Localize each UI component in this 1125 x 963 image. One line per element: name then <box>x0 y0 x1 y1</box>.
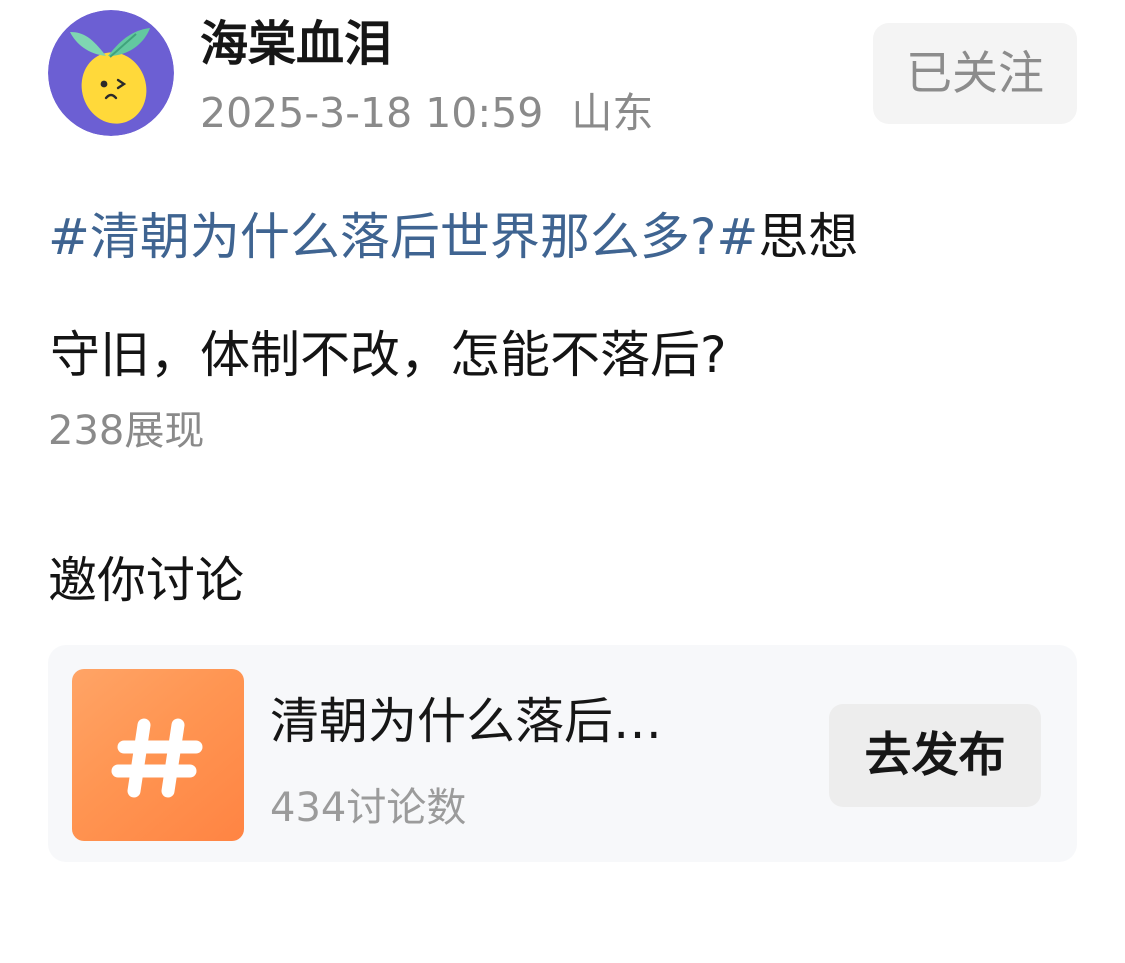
topic-tag-link[interactable]: #清朝为什么落后世界那么多?# <box>48 208 758 266</box>
author-name[interactable]: 海棠血泪 <box>200 12 392 76</box>
lemon-mascot-icon <box>48 10 174 136</box>
discussion-count: 434讨论数 <box>270 785 467 831</box>
section-title: 邀你讨论 <box>48 552 245 609</box>
avatar[interactable] <box>48 10 174 136</box>
topic-icon-box <box>72 669 244 841</box>
publish-button[interactable]: 去发布 <box>829 704 1041 807</box>
post-body: #清朝为什么落后世界那么多?#思想守旧，体制不改，怎能不落后? <box>48 178 1058 414</box>
impressions-count: 238展现 <box>48 408 205 454</box>
post-location: 山东 <box>571 89 654 137</box>
post-timestamp: 2025-3-18 10:59 <box>200 89 544 137</box>
topic-title[interactable]: 清朝为什么落后… <box>270 689 750 755</box>
post-text-line2: 守旧，体制不改，怎能不落后? <box>50 326 727 384</box>
post-text-line1: 思想 <box>758 208 859 266</box>
topic-card[interactable]: 清朝为什么落后… 434讨论数 去发布 <box>48 645 1077 862</box>
post-meta: 2025-3-18 10:59 山东 <box>200 84 653 142</box>
hashtag-icon <box>111 718 203 798</box>
follow-button[interactable]: 已关注 <box>873 23 1077 124</box>
